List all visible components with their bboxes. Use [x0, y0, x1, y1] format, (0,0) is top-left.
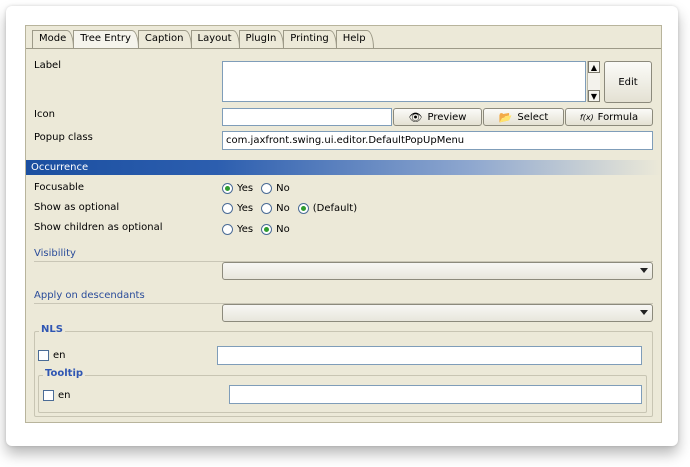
- option-label: (Default): [312, 203, 358, 214]
- option-label: No: [276, 203, 290, 214]
- label-scrollbar[interactable]: ▲ ▼: [587, 61, 600, 102]
- tab-underline: [26, 48, 661, 49]
- option-label: No: [276, 224, 290, 235]
- show-optional-caption: Show as optional: [34, 202, 120, 213]
- formula-button[interactable]: f(x) Formula: [565, 108, 653, 126]
- show-optional-radio-group: Yes No (Default): [222, 203, 365, 214]
- tooltip-en-label: en: [58, 390, 71, 401]
- select-button[interactable]: 📂 Select: [483, 108, 564, 126]
- label-textarea[interactable]: [222, 61, 586, 102]
- tab-caption[interactable]: Caption: [137, 30, 192, 48]
- edit-button-label: Edit: [618, 76, 638, 88]
- popup-class-value: com.jaxfront.swing.ui.editor.DefaultPopU…: [226, 135, 465, 146]
- tab-plugin[interactable]: PlugIn: [238, 30, 285, 48]
- option-label: Yes: [237, 203, 254, 214]
- visibility-link[interactable]: Visibility: [34, 248, 76, 259]
- nls-en-label: en: [53, 350, 66, 361]
- nls-en-input[interactable]: [217, 346, 642, 365]
- radio-selected-icon[interactable]: [297, 203, 309, 214]
- show-children-yes-option[interactable]: Yes: [222, 224, 253, 235]
- scroll-up-icon[interactable]: ▲: [588, 61, 600, 73]
- show-children-no-option[interactable]: No: [261, 224, 290, 235]
- eye-icon: 👁: [408, 110, 423, 124]
- popup-class-caption: Popup class: [34, 132, 93, 143]
- apply-descendants-combo[interactable]: [222, 304, 653, 322]
- preview-button[interactable]: 👁 Preview: [393, 108, 482, 126]
- select-button-label: Select: [517, 111, 549, 123]
- formula-button-label: Formula: [597, 111, 639, 123]
- tree-entry-panel: Mode Tree Entry Caption Layout PlugIn Pr…: [25, 25, 662, 423]
- radio-selected-icon[interactable]: [261, 224, 273, 235]
- preview-button-label: Preview: [427, 111, 467, 123]
- option-label: No: [276, 183, 290, 194]
- option-label: Yes: [237, 183, 254, 194]
- radio-icon[interactable]: [222, 224, 233, 235]
- focusable-caption: Focusable: [34, 182, 84, 193]
- show-optional-no-option[interactable]: No: [261, 203, 290, 214]
- nls-en-checkbox[interactable]: [38, 350, 49, 361]
- popup-class-input[interactable]: com.jaxfront.swing.ui.editor.DefaultPopU…: [222, 131, 653, 150]
- tab-bar: Mode Tree Entry Caption Layout PlugIn Pr…: [32, 30, 374, 48]
- radio-icon[interactable]: [222, 203, 233, 214]
- tooltip-en-checkbox[interactable]: [43, 390, 54, 401]
- focusable-no-option[interactable]: No: [261, 183, 290, 194]
- focusable-yes-option[interactable]: Yes: [222, 183, 253, 194]
- tab-printing[interactable]: Printing: [283, 30, 337, 48]
- radio-icon[interactable]: [261, 183, 273, 194]
- option-label: Yes: [237, 224, 254, 235]
- visibility-combo[interactable]: [222, 262, 653, 280]
- nls-fieldset: NLS en Tooltip en: [34, 324, 653, 417]
- tab-help[interactable]: Help: [335, 30, 374, 48]
- focusable-radio-group: Yes No: [222, 183, 298, 194]
- radio-selected-icon[interactable]: [222, 183, 233, 194]
- scroll-down-icon[interactable]: ▼: [588, 90, 600, 102]
- icon-caption: Icon: [34, 109, 55, 120]
- show-optional-default-option[interactable]: (Default): [297, 203, 358, 214]
- show-children-optional-radio-group: Yes No: [222, 224, 298, 235]
- radio-icon[interactable]: [261, 203, 273, 214]
- edit-button[interactable]: Edit: [604, 61, 652, 103]
- occurrence-header: Occurrence: [26, 160, 661, 175]
- apply-descendants-link[interactable]: Apply on descendants: [34, 290, 145, 301]
- icon-input[interactable]: [222, 108, 392, 126]
- dropdown-arrow-icon[interactable]: [640, 310, 648, 315]
- nls-legend: NLS: [39, 324, 65, 335]
- window-frame: Mode Tree Entry Caption Layout PlugIn Pr…: [6, 6, 678, 446]
- tab-mode[interactable]: Mode: [32, 30, 75, 48]
- tooltip-en-input[interactable]: [229, 385, 642, 404]
- tab-layout[interactable]: Layout: [190, 30, 240, 48]
- show-children-optional-caption: Show children as optional: [34, 222, 163, 233]
- show-optional-yes-option[interactable]: Yes: [222, 203, 253, 214]
- formula-icon: f(x): [579, 112, 594, 122]
- dropdown-arrow-icon[interactable]: [640, 268, 648, 273]
- tooltip-fieldset: Tooltip en: [38, 368, 647, 413]
- tooltip-legend: Tooltip: [43, 368, 86, 379]
- folder-icon: 📂: [498, 110, 513, 124]
- tab-tree-entry[interactable]: Tree Entry: [73, 30, 139, 48]
- label-caption: Label: [34, 60, 61, 71]
